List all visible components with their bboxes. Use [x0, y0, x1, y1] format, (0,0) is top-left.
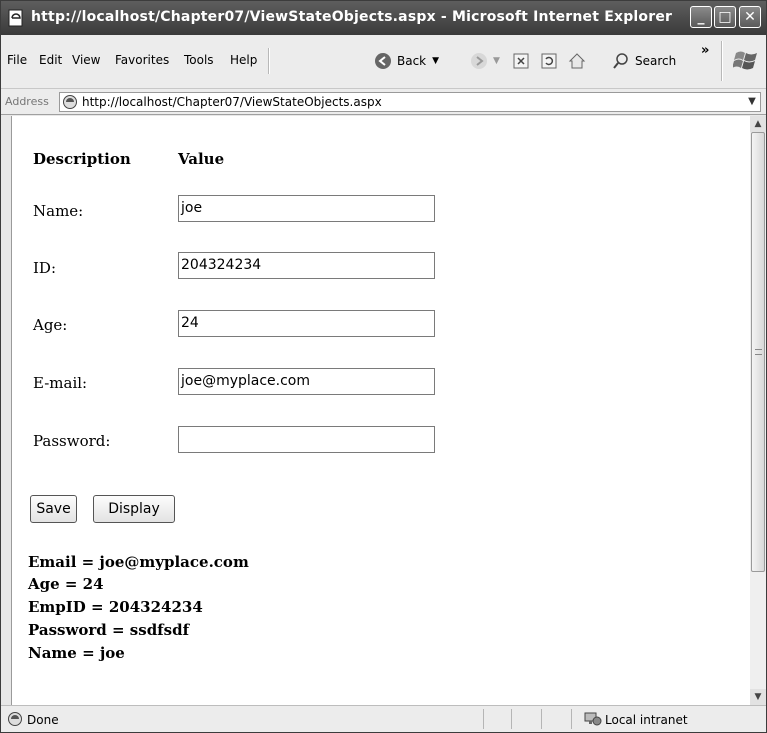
menu-edit[interactable]: Edit	[39, 53, 62, 67]
maximize-button[interactable]: □	[714, 6, 736, 28]
address-input[interactable]: http://localhost/Chapter07/ViewStateObje…	[59, 92, 761, 112]
output-email: Email = joe@myplace.com	[28, 553, 249, 571]
toolbar-overflow-chevron[interactable]: »	[701, 43, 709, 58]
menu-bar: File Edit View Favorites Tools Help Back…	[1, 35, 766, 89]
menu-file[interactable]: File	[7, 53, 27, 67]
save-button[interactable]: Save	[30, 495, 77, 523]
menu-favorites[interactable]: Favorites	[115, 53, 169, 67]
stop-button[interactable]	[511, 49, 531, 73]
address-label: Address	[5, 95, 49, 108]
age-field[interactable]: 24	[178, 310, 435, 337]
description-header: Description	[33, 150, 131, 168]
status-text: Done	[27, 713, 59, 727]
name-field[interactable]: joe	[178, 195, 435, 222]
intranet-zone-icon	[584, 711, 602, 727]
page-icon	[62, 94, 78, 110]
back-arrow-icon	[373, 51, 393, 71]
done-page-icon	[7, 711, 23, 727]
forward-arrow-icon	[469, 51, 489, 71]
address-bar: Address http://localhost/Chapter07/ViewS…	[1, 89, 766, 115]
windows-logo-icon	[732, 47, 759, 77]
output-name: Name = joe	[28, 644, 125, 662]
display-button[interactable]: Display	[93, 495, 175, 523]
forward-dropdown-icon[interactable]: ▼	[493, 56, 500, 66]
title-bar: http://localhost/Chapter07/ViewStateObje…	[1, 1, 766, 35]
search-button[interactable]: Search	[611, 49, 676, 73]
home-button[interactable]	[567, 49, 587, 73]
age-label: Age:	[33, 316, 68, 334]
status-divider	[541, 709, 542, 729]
id-field[interactable]: 204324234	[178, 252, 435, 279]
close-button[interactable]: ✕	[739, 6, 761, 28]
password-label: Password:	[33, 432, 111, 450]
status-bar: Done Local intranet	[1, 705, 766, 732]
ie-page-icon	[7, 9, 25, 27]
output-password: Password = ssdfsdf	[28, 621, 190, 639]
menu-tools[interactable]: Tools	[184, 53, 214, 67]
browser-window: http://localhost/Chapter07/ViewStateObje…	[0, 0, 767, 733]
address-dropdown-icon[interactable]: ▼	[744, 93, 760, 111]
refresh-icon	[539, 51, 559, 71]
status-divider	[511, 709, 512, 729]
forward-button[interactable]: ▼	[469, 49, 500, 73]
refresh-button[interactable]	[539, 49, 559, 73]
value-header: Value	[178, 150, 225, 168]
output-age: Age = 24	[28, 575, 104, 593]
back-label: Back	[397, 54, 427, 68]
password-field[interactable]	[178, 426, 435, 453]
menu-divider	[268, 48, 270, 74]
page-content: Description Value Name: joe ID: 20432423…	[11, 116, 750, 705]
name-label: Name:	[33, 202, 84, 220]
search-label: Search	[635, 54, 677, 68]
output-empid: EmpID = 204324234	[28, 598, 203, 616]
status-divider	[571, 709, 572, 729]
scroll-grip-icon	[755, 349, 762, 355]
status-divider	[483, 709, 484, 729]
id-label: ID:	[33, 259, 57, 277]
address-url: http://localhost/Chapter07/ViewStateObje…	[82, 95, 382, 109]
scroll-thumb[interactable]	[751, 132, 765, 572]
search-icon	[611, 51, 631, 71]
back-button[interactable]: Back ▼	[373, 49, 439, 73]
home-icon	[567, 51, 587, 71]
back-dropdown-icon[interactable]: ▼	[432, 56, 439, 66]
window-title: http://localhost/Chapter07/ViewStateObje…	[31, 9, 673, 25]
minimize-button[interactable]: _	[690, 6, 712, 28]
vertical-scrollbar[interactable]: ▲ ▼	[750, 116, 766, 705]
stop-icon	[511, 51, 531, 71]
scroll-up-arrow-icon[interactable]: ▲	[750, 116, 766, 132]
menu-view[interactable]: View	[72, 53, 100, 67]
email-label: E-mail:	[33, 374, 88, 392]
email-field[interactable]: joe@myplace.com	[178, 368, 435, 395]
toolbar-divider	[721, 41, 723, 81]
scroll-down-arrow-icon[interactable]: ▼	[750, 689, 766, 705]
menu-help[interactable]: Help	[230, 53, 257, 67]
zone-text: Local intranet	[605, 713, 688, 727]
